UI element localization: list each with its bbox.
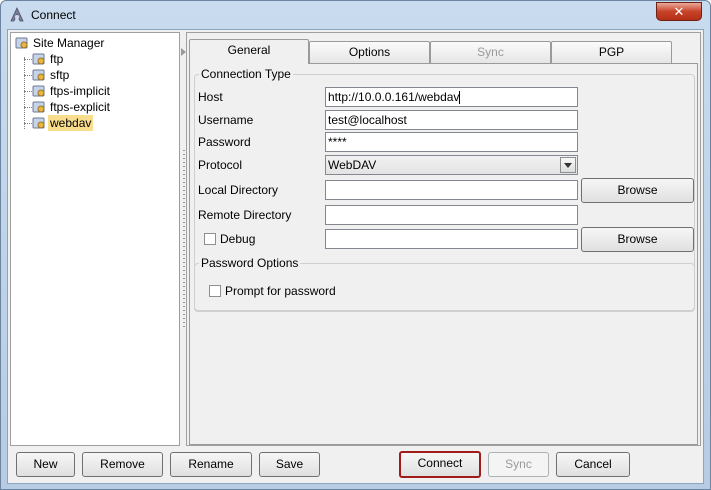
password-input[interactable]: **** — [325, 132, 578, 152]
tree-connector — [24, 57, 25, 129]
browse-local-button[interactable]: Browse — [581, 178, 694, 203]
chevron-down-icon[interactable] — [560, 157, 576, 173]
password-options-title: Password Options — [199, 256, 301, 270]
site-icon — [32, 85, 45, 97]
tree-item-label: ftps-implicit — [50, 84, 111, 98]
sync-button[interactable]: Sync — [488, 452, 549, 477]
save-button[interactable]: Save — [259, 452, 320, 477]
remove-button[interactable]: Remove — [82, 452, 163, 477]
connect-button[interactable]: Connect — [399, 451, 481, 478]
site-tree[interactable]: Site Manager ftp sftp ftps-implicit ftps… — [10, 32, 180, 446]
connection-type-title: Connection Type — [199, 67, 293, 81]
general-tab-body: Connection Type Host http://10.0.0.161/w… — [189, 63, 698, 445]
tab-general[interactable]: General — [189, 39, 309, 64]
site-manager-icon — [15, 37, 28, 49]
tree-connector — [24, 123, 32, 124]
tab-sync[interactable]: Sync — [430, 41, 551, 63]
password-label: Password — [198, 135, 251, 149]
site-icon — [32, 69, 45, 81]
debug-checkbox[interactable] — [204, 233, 216, 245]
local-directory-input[interactable] — [325, 180, 578, 200]
settings-panel: General Options Sync PGP Connection Type… — [186, 32, 701, 446]
close-button[interactable]: ✕ — [656, 2, 702, 21]
browse-debug-button[interactable]: Browse — [581, 227, 694, 252]
prompt-password-checkbox[interactable] — [209, 285, 221, 297]
tree-root-label: Site Manager — [33, 36, 105, 50]
username-label: Username — [198, 113, 254, 127]
tree-connector — [24, 59, 32, 60]
password-options-group: Password Options Prompt for password — [194, 256, 695, 311]
cancel-button[interactable]: Cancel — [556, 452, 630, 477]
local-directory-label: Local Directory — [198, 183, 279, 197]
tree-item-label-selected: webdav — [48, 115, 94, 131]
rename-button[interactable]: Rename — [170, 452, 252, 477]
tree-item-label: ftps-explicit — [50, 100, 111, 114]
debug-input[interactable] — [325, 229, 578, 249]
new-button[interactable]: New — [16, 452, 75, 477]
site-icon — [32, 53, 45, 65]
prompt-password-label: Prompt for password — [225, 284, 336, 298]
protocol-select[interactable]: WebDAV — [325, 155, 578, 175]
remote-directory-input[interactable] — [325, 205, 578, 225]
splitter-grip[interactable] — [183, 150, 185, 330]
site-icon — [32, 101, 45, 113]
tree-connector — [24, 75, 32, 76]
site-icon — [32, 117, 45, 129]
username-input[interactable]: test@localhost — [325, 110, 578, 130]
protocol-label: Protocol — [198, 158, 243, 172]
connect-dialog: Connect ✕ Site Manager ftp sftp ftps-imp… — [0, 0, 711, 490]
connect-app-icon — [10, 7, 24, 22]
title-bar[interactable]: Connect ✕ — [1, 1, 710, 29]
tree-item-label: ftp — [50, 52, 64, 66]
tab-pgp[interactable]: PGP — [551, 41, 672, 63]
host-input[interactable]: http://10.0.0.161/webdav — [325, 87, 578, 107]
dialog-body: Site Manager ftp sftp ftps-implicit ftps… — [7, 29, 704, 484]
text-caret — [459, 91, 461, 105]
protocol-value: WebDAV — [328, 158, 377, 172]
tree-item-label: sftp — [50, 68, 70, 82]
tree-connector — [24, 107, 32, 108]
host-value: http://10.0.0.161/webdav — [328, 90, 460, 104]
tree-connector — [24, 91, 32, 92]
window-title: Connect — [31, 8, 76, 22]
tab-options[interactable]: Options — [309, 41, 430, 63]
host-label: Host — [198, 90, 223, 104]
debug-label: Debug — [220, 232, 256, 246]
remote-directory-label: Remote Directory — [198, 208, 292, 222]
